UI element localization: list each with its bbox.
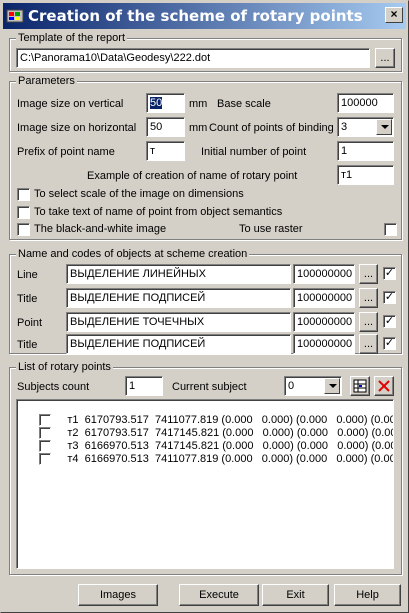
images-button[interactable]: Images — [78, 584, 158, 606]
template-path-input[interactable]: C:\Panorama10\Data\Geodesy\222.dot — [16, 48, 370, 68]
code-row-name-input[interactable]: ВЫДЕЛЕНИЕ ЛИНЕЙНЫХ — [66, 264, 291, 284]
list-item[interactable]: т2 6170793.517 7417145.821 (0.000 0.000)… — [21, 415, 393, 440]
codes-group-legend: Name and codes of objects at scheme crea… — [16, 248, 250, 260]
code-row-browse-button[interactable]: ... — [359, 288, 378, 308]
code-row-name-input[interactable]: ВЫДЕЛЕНИЕ ПОДПИСЕЙ — [66, 288, 291, 308]
subjects-count-input[interactable]: 1 — [125, 376, 163, 396]
code-row-label: Title — [17, 339, 38, 351]
count-binding-value: 3 — [341, 121, 348, 133]
image-horizontal-label: Image size on horizontal — [17, 122, 137, 134]
delete-button[interactable] — [374, 376, 394, 396]
code-row-label: Line — [17, 269, 38, 281]
scale-checkbox[interactable] — [17, 188, 30, 201]
table-icon — [353, 379, 367, 393]
image-vertical-value: 50 — [150, 97, 163, 109]
base-scale-input[interactable]: 100000 — [337, 93, 394, 113]
code-row-code-input[interactable]: 100000000 — [293, 288, 355, 308]
raster-checkbox-label: To use raster — [239, 223, 303, 235]
delete-x-icon — [378, 380, 390, 392]
bw-checkbox[interactable] — [17, 223, 30, 236]
app-icon — [6, 8, 24, 24]
code-row-label: Title — [17, 293, 38, 305]
image-horizontal-unit: mm — [189, 122, 208, 134]
parameters-group-legend: Parameters — [16, 75, 77, 87]
execute-button[interactable]: Execute — [179, 584, 259, 606]
bw-checkbox-label: The black-and-white image — [34, 223, 167, 235]
image-vertical-input[interactable]: 50 — [146, 93, 185, 113]
list-item-text: т4 6166970.513 7411077.819 (0.000 0.000)… — [67, 453, 393, 466]
code-row-checkbox[interactable]: ✓ — [383, 267, 396, 280]
chevron-down-icon[interactable] — [376, 119, 392, 135]
count-binding-select[interactable]: 3 — [337, 117, 394, 137]
current-subject-label: Current subject — [172, 381, 247, 393]
table-icon-button[interactable] — [350, 376, 370, 396]
template-browse-button[interactable]: ... — [375, 48, 395, 68]
code-row-browse-button[interactable]: ... — [359, 264, 378, 284]
semantics-checkbox[interactable] — [17, 206, 30, 219]
title-bar: Creation of the scheme of rotary points … — [3, 3, 406, 29]
code-row-label: Point — [17, 317, 43, 329]
count-binding-label: Count of points of binding — [209, 122, 334, 134]
example-output: т1 — [337, 165, 394, 185]
current-subject-select[interactable]: 0 — [284, 376, 342, 396]
chevron-down-icon[interactable] — [324, 378, 340, 394]
code-row-browse-button[interactable]: ... — [359, 312, 378, 332]
exit-button[interactable]: Exit — [262, 584, 329, 606]
prefix-label: Prefix of point name — [17, 146, 115, 158]
list-item[interactable]: т1 6170793.517 7411077.819 (0.000 0.000)… — [21, 402, 393, 427]
prefix-input[interactable]: т — [146, 141, 185, 161]
current-subject-value: 0 — [288, 380, 295, 392]
dialog-window: Creation of the scheme of rotary points … — [0, 0, 409, 613]
example-label: Example of creation of name of rotary po… — [87, 170, 298, 182]
close-button[interactable]: × — [385, 7, 403, 23]
help-button[interactable]: Help — [334, 584, 401, 606]
code-row-checkbox[interactable]: ✓ — [383, 315, 396, 328]
points-list[interactable]: т1 6170793.517 7411077.819 (0.000 0.000)… — [16, 399, 394, 569]
code-row-name-input[interactable]: ВЫДЕЛЕНИЕ ТОЧЕЧНЫХ — [66, 312, 291, 332]
image-vertical-label: Image size on vertical — [17, 98, 124, 110]
base-scale-label: Base scale — [217, 98, 271, 110]
initial-number-label: Initial number of point — [201, 146, 307, 158]
semantics-checkbox-label: To take text of name of point from objec… — [34, 206, 283, 218]
code-row-code-input[interactable]: 100000000 — [293, 334, 355, 354]
points-group-legend: List of rotary points — [16, 361, 113, 373]
code-row-checkbox[interactable]: ✓ — [383, 337, 396, 350]
subjects-count-label: Subjects count — [17, 381, 90, 393]
list-item-checkbox[interactable] — [39, 453, 52, 466]
code-row-browse-button[interactable]: ... — [359, 334, 378, 354]
code-row-code-input[interactable]: 100000000 — [293, 264, 355, 284]
list-item[interactable]: т3 6166970.513 7417145.821 (0.000 0.000)… — [21, 428, 393, 453]
code-row-checkbox[interactable]: ✓ — [383, 291, 396, 304]
raster-checkbox[interactable] — [384, 223, 397, 236]
scale-checkbox-label: To select scale of the image on dimensio… — [34, 188, 244, 200]
image-vertical-unit: mm — [189, 98, 208, 110]
template-group-legend: Template of the report — [16, 32, 128, 44]
image-horizontal-input[interactable]: 50 — [146, 117, 185, 137]
code-row-code-input[interactable]: 100000000 — [293, 312, 355, 332]
list-item[interactable]: т4 6166970.513 7411077.819 (0.000 0.000)… — [21, 441, 393, 466]
initial-number-input[interactable]: 1 — [337, 141, 394, 161]
code-row-name-input[interactable]: ВЫДЕЛЕНИЕ ПОДПИСЕЙ — [66, 334, 291, 354]
window-title: Creation of the scheme of rotary points — [28, 7, 363, 25]
